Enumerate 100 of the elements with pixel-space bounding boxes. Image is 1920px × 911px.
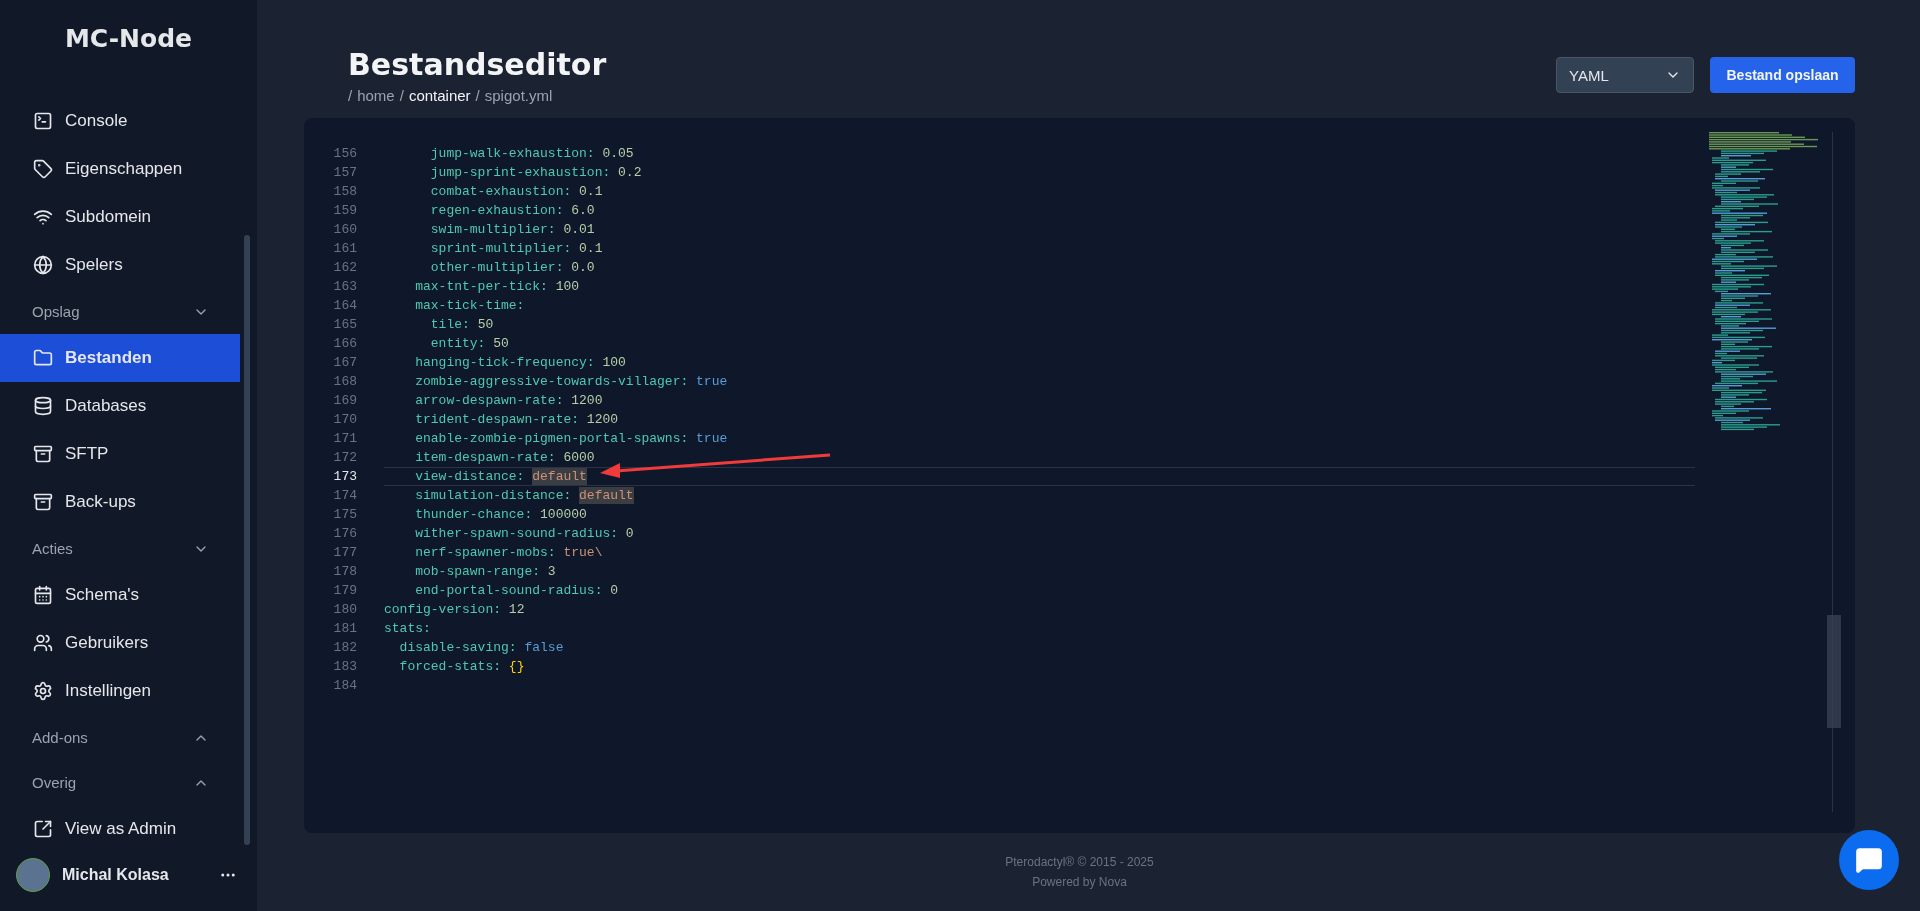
line-number: 170 bbox=[332, 411, 357, 429]
line-number: 183 bbox=[332, 658, 357, 676]
yaml-key: thunder-chance: bbox=[384, 506, 533, 523]
database-icon bbox=[33, 396, 53, 416]
nav-item[interactable]: Subdomein bbox=[0, 193, 240, 241]
yaml-key: zombie-aggressive-towards-villager: bbox=[384, 373, 689, 390]
yaml-key: arrow-despawn-rate: bbox=[384, 392, 564, 409]
user-name: Michal Kolasa bbox=[62, 866, 170, 884]
yaml-value: 6.0 bbox=[571, 202, 595, 219]
line-number: 176 bbox=[332, 525, 357, 543]
yaml-key: view-distance: bbox=[384, 468, 525, 485]
yaml-key: enable-zombie-pigmen-portal-spawns: bbox=[384, 430, 689, 447]
page-title: Bestandseditor bbox=[348, 47, 607, 82]
yaml-key: other-multiplier: bbox=[384, 259, 564, 276]
line-number: 165 bbox=[332, 316, 357, 334]
wifi-icon bbox=[33, 207, 53, 227]
yaml-value: 6000 bbox=[563, 449, 595, 466]
section-label: Add-ons bbox=[32, 729, 88, 746]
nav-item[interactable]: SFTP bbox=[0, 430, 240, 478]
yaml-value: 0.2 bbox=[618, 164, 642, 181]
nav-item[interactable]: Spelers bbox=[0, 241, 240, 289]
yaml-key: hanging-tick-frequency: bbox=[384, 354, 595, 371]
nav-item[interactable]: Instellingen bbox=[0, 667, 240, 715]
section-label: Acties bbox=[32, 540, 73, 557]
yaml-key: regen-exhaustion: bbox=[384, 202, 564, 219]
nav-item[interactable]: Databases bbox=[0, 382, 240, 430]
line-number: 171 bbox=[332, 430, 357, 448]
copyright-text: Pterodactyl® © 2015 - 2025 bbox=[1005, 855, 1154, 869]
line-number: 166 bbox=[332, 335, 357, 353]
nav-item[interactable]: Schema's bbox=[0, 571, 240, 619]
line-number: 168 bbox=[332, 373, 357, 391]
line-number: 184 bbox=[332, 677, 357, 695]
yaml-key: jump-walk-exhaustion: bbox=[384, 145, 595, 162]
breadcrumb-separator: / bbox=[348, 87, 353, 104]
language-select[interactable]: YAML bbox=[1556, 57, 1694, 93]
line-number: 178 bbox=[332, 563, 357, 581]
yaml-key: combat-exhaustion: bbox=[384, 183, 572, 200]
nav-item[interactable]: Eigenschappen bbox=[0, 145, 240, 193]
yaml-value: 0.0 bbox=[571, 259, 595, 276]
breadcrumb-link[interactable]: home bbox=[357, 87, 395, 104]
yaml-value: 0.01 bbox=[563, 221, 595, 238]
line-number: 158 bbox=[332, 183, 357, 201]
line-number: 179 bbox=[332, 582, 357, 600]
breadcrumb-separator: / bbox=[399, 87, 404, 104]
yaml-value: 1200 bbox=[571, 392, 603, 409]
yaml-key: trident-despawn-rate: bbox=[384, 411, 580, 428]
scrollbar[interactable] bbox=[244, 235, 250, 845]
nav-item[interactable]: Bestanden bbox=[0, 334, 240, 382]
save-button[interactable]: Bestand opslaan bbox=[1710, 57, 1855, 93]
yaml-value: 50 bbox=[477, 316, 494, 333]
yaml-value: 3 bbox=[547, 563, 556, 580]
yaml-key: swim-multiplier: bbox=[384, 221, 556, 238]
line-number: 172 bbox=[332, 449, 357, 467]
yaml-value: false bbox=[524, 639, 564, 656]
line-number: 162 bbox=[332, 259, 357, 277]
nav-item[interactable]: Gebruikers bbox=[0, 619, 240, 667]
breadcrumb-link[interactable]: container bbox=[408, 87, 471, 104]
archive-icon bbox=[33, 444, 53, 464]
line-number: 180 bbox=[332, 601, 357, 619]
yaml-key: stats: bbox=[384, 620, 431, 637]
globe-icon bbox=[33, 255, 53, 275]
line-number: 182 bbox=[332, 639, 357, 657]
yaml-value: 0 bbox=[625, 525, 634, 542]
breadcrumb-separator: / bbox=[475, 87, 480, 104]
yaml-value: 1200 bbox=[586, 411, 619, 428]
nav-item[interactable]: View as Admin bbox=[0, 805, 240, 853]
line-number: 156 bbox=[332, 145, 357, 163]
yaml-key: sprint-multiplier: bbox=[384, 240, 572, 257]
line-number: 159 bbox=[332, 202, 357, 220]
terminal-icon bbox=[33, 111, 53, 131]
chat-icon bbox=[1855, 846, 1883, 874]
archive-icon bbox=[33, 492, 53, 512]
nav-item[interactable]: Console bbox=[0, 97, 240, 145]
yaml-value: 0 bbox=[610, 582, 619, 599]
yaml-key: max-tick-time: bbox=[384, 297, 525, 314]
yaml-value: 0.1 bbox=[579, 183, 603, 200]
settings-icon bbox=[33, 681, 53, 701]
yaml-value: default bbox=[579, 487, 634, 504]
yaml-key: config-version: bbox=[384, 601, 502, 618]
line-number: 164 bbox=[332, 297, 357, 315]
line-number: 174 bbox=[332, 487, 357, 505]
yaml-key: jump-sprint-exhaustion: bbox=[384, 164, 611, 181]
yaml-value: true bbox=[696, 373, 728, 390]
calendar-icon bbox=[33, 585, 53, 605]
yaml-key: mob-spawn-range: bbox=[384, 563, 541, 580]
yaml-value: true bbox=[696, 430, 728, 447]
yaml-value: 50 bbox=[493, 335, 509, 352]
yaml-value: 100 bbox=[602, 354, 626, 371]
scrollbar-thumb[interactable] bbox=[1827, 615, 1841, 728]
line-number: 160 bbox=[332, 221, 357, 239]
yaml-value: 100000 bbox=[540, 506, 587, 523]
users-icon bbox=[33, 633, 53, 653]
line-number: 163 bbox=[332, 278, 357, 296]
powered-by-text: Powered by Nova bbox=[1032, 875, 1127, 889]
chat-button[interactable] bbox=[1839, 830, 1899, 890]
breadcrumb-link[interactable]: spigot.yml bbox=[484, 87, 553, 104]
yaml-value: 0.1 bbox=[579, 240, 603, 257]
yaml-key: simulation-distance: bbox=[384, 487, 572, 504]
line-number: 167 bbox=[332, 354, 357, 372]
nav-item[interactable]: Back-ups bbox=[0, 478, 240, 526]
